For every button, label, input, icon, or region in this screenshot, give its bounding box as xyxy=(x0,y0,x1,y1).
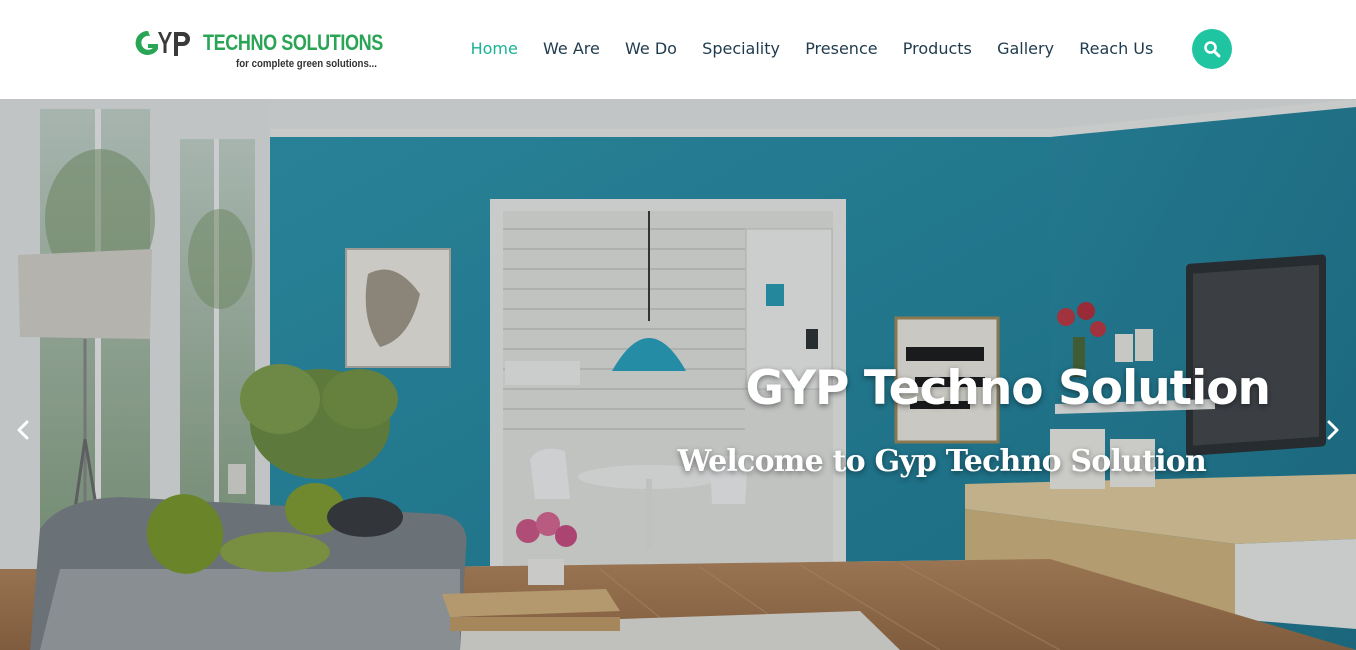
nav-gallery[interactable]: Gallery xyxy=(984,36,1066,62)
hero-title: GYP Techno Solution xyxy=(745,361,1271,416)
site-logo[interactable]: TECHNO SOLUTIONS for complete green solu… xyxy=(131,27,383,73)
chevron-left-icon xyxy=(17,420,29,440)
search-icon xyxy=(1204,41,1221,58)
nav-speciality[interactable]: Speciality xyxy=(690,36,793,62)
chevron-right-icon xyxy=(1327,420,1339,440)
hero-slider: GYP Techno Solution Welcome to Gyp Techn… xyxy=(0,99,1356,650)
nav-products[interactable]: Products xyxy=(890,36,984,62)
brand-name: TECHNO SOLUTIONS xyxy=(203,30,383,55)
search-button[interactable] xyxy=(1192,29,1232,69)
nav-we-do[interactable]: We Do xyxy=(612,36,689,62)
main-nav: Home We Are We Do Speciality Presence Pr… xyxy=(458,36,1166,62)
brand-tagline: for complete green solutions... xyxy=(236,58,377,70)
slider-prev-button[interactable] xyxy=(8,415,38,445)
site-header: TECHNO SOLUTIONS for complete green solu… xyxy=(0,0,1356,99)
nav-we-are[interactable]: We Are xyxy=(530,36,612,62)
nav-home[interactable]: Home xyxy=(458,36,530,62)
slider-next-button[interactable] xyxy=(1318,415,1348,445)
gyp-logo-mark-icon xyxy=(135,30,190,56)
nav-reach-us[interactable]: Reach Us xyxy=(1067,36,1166,62)
nav-presence[interactable]: Presence xyxy=(793,36,891,62)
hero-subtitle: Welcome to Gyp Techno Solution xyxy=(677,444,1207,479)
